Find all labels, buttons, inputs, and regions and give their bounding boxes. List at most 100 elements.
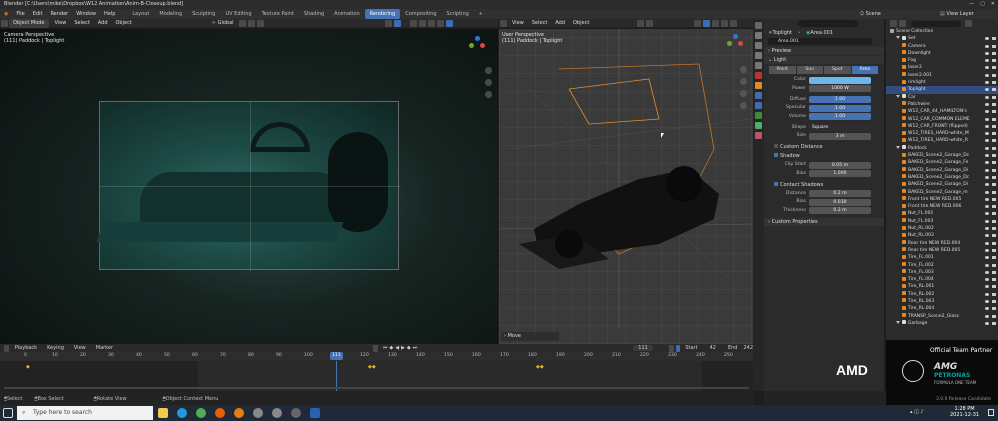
render-camera-icon[interactable] [992,241,996,245]
outliner-item[interactable]: Downlight [886,50,998,57]
render-camera-icon[interactable] [992,139,996,143]
app2-taskbar-icon[interactable] [272,408,282,418]
scene-tab-icon[interactable] [755,62,762,69]
expand-arrow-icon[interactable] [896,145,900,149]
timeline-menu-marker[interactable]: Marker [91,345,118,351]
menu-edit[interactable]: Edit [29,9,47,19]
notification-icon[interactable] [988,409,994,416]
render-camera-icon[interactable] [992,190,996,194]
light-type-area[interactable]: Area [851,66,878,74]
section-preview[interactable]: › Preview [764,47,884,55]
render-camera-icon[interactable] [992,124,996,128]
gizmo-x-axis-icon[interactable] [480,43,485,48]
outliner-item[interactable]: W12_TIRES_HARD-white_R [886,137,998,144]
light-type-spot[interactable]: Spot [824,66,851,74]
render-camera-icon[interactable] [992,37,996,41]
outliner-item[interactable]: W12_TIRES_HARD-white_M [886,130,998,137]
render-camera-icon[interactable] [992,132,996,136]
render-camera-icon[interactable] [992,212,996,216]
keyframe-marker[interactable]: ◆ [26,364,30,370]
visibility-eye-icon[interactable] [985,95,989,99]
thickness-field[interactable]: 0.2 m [809,207,871,214]
render-camera-icon[interactable] [992,234,996,238]
timeline-ruler[interactable]: 0102030405060708090100110120130140150160… [0,352,753,361]
editor-type-icon[interactable] [1,19,8,27]
last-operator-panel[interactable]: › Move [501,332,559,341]
tool-tab-icon[interactable] [755,22,762,29]
timeline-menu-playback[interactable]: Playback [10,345,42,351]
maximize-button[interactable]: ▢ [980,0,985,9]
visibility-eye-icon[interactable] [985,132,989,136]
physics-tab-icon[interactable] [755,102,762,109]
outliner-item[interactable]: Tire_RL.002 [886,291,998,298]
outliner-item[interactable]: Camera [886,43,998,50]
firefox-browser-icon[interactable] [215,408,225,418]
user-overlay-icon[interactable] [694,19,702,27]
contact-bias-field[interactable]: 0.030 [809,198,871,206]
user-gizmo-x-icon[interactable] [738,41,743,46]
solid-shading-icon[interactable] [427,19,435,27]
outliner-item[interactable]: Tire_FL.004 [886,276,998,283]
play-reverse-icon[interactable]: ◀ [395,345,399,351]
visibility-eye-icon[interactable] [985,139,989,143]
xray-icon[interactable] [409,19,417,27]
gizmo-y-axis-icon[interactable] [469,43,474,48]
visibility-eye-icon[interactable] [985,110,989,114]
outliner-item[interactable]: BAKED_Scene2_Garage_Fe [886,159,998,166]
contact-shadows-checkbox[interactable] [774,181,778,186]
outliner-collection[interactable]: Paddock [886,145,998,152]
outliner-item[interactable]: W12_CAR_COMMON ELEME [886,116,998,123]
render-camera-icon[interactable] [992,51,996,55]
render-camera-icon[interactable] [992,263,996,267]
outliner-item[interactable]: BAKED_Scene2_Garage_m [886,189,998,196]
render-camera-icon[interactable] [992,73,996,77]
user-menu-select[interactable]: Select [528,19,551,28]
workspace-tab-rendering[interactable]: Rendering [364,9,401,19]
blender-taskbar-icon[interactable] [234,408,244,418]
start-field[interactable]: 42 [710,345,716,351]
world-tab-icon[interactable] [755,72,762,79]
expand-arrow-icon[interactable] [896,320,900,324]
shadow-bias-field[interactable]: 1.000 [809,170,871,177]
visibility-eye-icon[interactable] [985,285,989,289]
next-key-icon[interactable]: ◆ [407,345,411,351]
workspace-tab-animation[interactable]: Animation [329,9,365,19]
light-type-sun[interactable]: Sun [796,66,823,74]
datablock-field[interactable]: Area.001 [768,38,872,45]
camera-menu-select[interactable]: Select [70,19,93,28]
render-camera-icon[interactable] [992,154,996,158]
visibility-eye-icon[interactable] [985,219,989,223]
gizmo-icon[interactable] [393,19,401,27]
edge-browser-icon[interactable] [177,408,187,418]
menu-window[interactable]: Window [72,9,100,19]
outliner-item[interactable]: W12_CAR_FRONT (flipped) [886,123,998,130]
visibility-eye-icon[interactable] [985,175,989,179]
outliner-item[interactable]: laser2 [886,64,998,71]
outliner-item[interactable]: Patchwire [886,101,998,108]
jump-end-icon[interactable]: ⏭ [413,345,418,351]
file-explorer-icon[interactable] [158,408,168,418]
visibility-eye-icon[interactable] [985,168,989,172]
visibility-eye-icon[interactable] [985,205,989,209]
render-camera-icon[interactable] [992,117,996,121]
distance-field[interactable]: 0.2 m [809,190,871,197]
render-camera-icon[interactable] [992,299,996,303]
visibility-eye-icon[interactable] [985,183,989,187]
output-tab-icon[interactable] [755,42,762,49]
outliner-item[interactable]: Tire_RL.001 [886,283,998,290]
outliner-filter-icon[interactable] [965,20,972,27]
visibility-eye-icon[interactable] [985,51,989,55]
visibility-eye-icon[interactable] [985,241,989,245]
visibility-eye-icon[interactable] [985,81,989,85]
material-shading-icon[interactable] [436,19,444,27]
visibility-eye-icon[interactable] [985,263,989,267]
outliner-item[interactable]: Tire_FL.002 [886,262,998,269]
chrome-browser-icon[interactable] [196,408,206,418]
app3-taskbar-icon[interactable] [291,408,301,418]
menu-file[interactable]: File [12,9,28,19]
size-field[interactable]: 3 m [809,132,871,140]
section-light[interactable]: ⌄ Light [764,56,884,64]
user-camera-icon[interactable] [740,90,747,97]
jump-start-icon[interactable]: ⏮ [383,345,388,351]
outliner-item[interactable]: BAKED_Scene2_Garage_Di [886,181,998,188]
